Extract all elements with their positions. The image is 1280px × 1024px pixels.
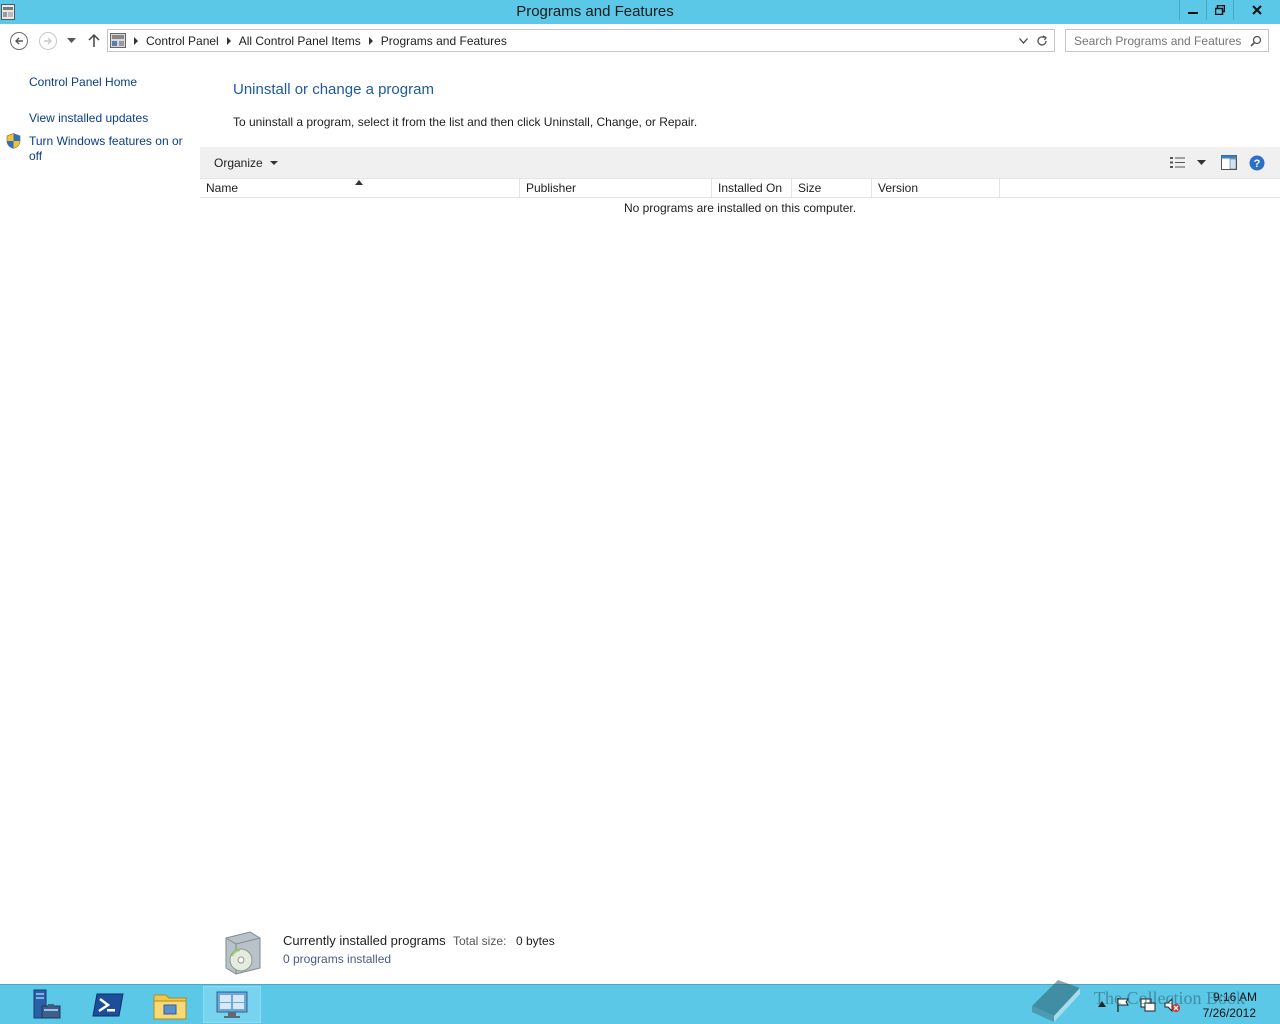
command-bar: Organize ? [200, 147, 1280, 179]
refresh-icon[interactable] [1036, 35, 1048, 47]
server-manager-button[interactable] [16, 986, 74, 1023]
column-version-label: Version [878, 181, 919, 195]
organize-button[interactable]: Organize [214, 156, 278, 170]
control-panel-icon [216, 991, 248, 1018]
search-icon[interactable] [1250, 35, 1262, 47]
svg-text:?: ? [1254, 158, 1261, 170]
column-publisher[interactable]: Publisher [520, 179, 712, 198]
windows-features-link[interactable]: Turn Windows features on or off [29, 134, 183, 164]
recent-locations-dropdown[interactable] [67, 38, 76, 44]
chevron-down-icon [269, 161, 278, 165]
sort-ascending-icon [355, 180, 363, 185]
forward-button[interactable] [39, 32, 57, 50]
shield-icon [6, 133, 21, 149]
empty-list-message: No programs are installed on this comput… [623, 201, 857, 215]
breadcrumb-programs-and-features[interactable]: Programs and Features [381, 34, 507, 48]
column-name-label: Name [206, 181, 239, 195]
search-box[interactable] [1065, 29, 1269, 52]
control-panel-taskbar-button[interactable] [203, 986, 261, 1023]
breadcrumb-control-panel[interactable]: Control Panel [146, 34, 219, 48]
minimize-button[interactable] [1179, 0, 1206, 20]
column-publisher-label: Publisher [526, 181, 577, 195]
watermark: The Collection Book [1028, 976, 1278, 1024]
breadcrumb-separator-icon[interactable] [226, 36, 231, 45]
windows-features-link-line2: off [29, 149, 43, 163]
page-title: Uninstall or change a program [233, 81, 434, 98]
navigation-bar: Control Panel All Control Panel Items Pr… [0, 24, 1280, 58]
organize-label: Organize [214, 156, 263, 170]
watermark-text: The Collection Book [1094, 988, 1245, 1008]
title-bar: Programs and Features [0, 0, 1280, 24]
view-options-dropdown-icon[interactable] [1197, 160, 1206, 166]
search-input[interactable] [1074, 34, 1244, 48]
back-button[interactable] [10, 32, 28, 50]
window-controls [1179, 0, 1280, 20]
breadcrumb-separator-icon[interactable] [134, 36, 138, 45]
instructions-text: To uninstall a program, select it from t… [233, 115, 698, 129]
column-size[interactable]: Size [792, 179, 872, 198]
column-size-label: Size [798, 181, 822, 195]
column-installed-on[interactable]: Installed On [712, 179, 792, 198]
change-view-icon[interactable] [1170, 156, 1185, 169]
column-version[interactable]: Version [872, 179, 1000, 198]
server-manager-icon [33, 989, 61, 1018]
column-header-row: Name Publisher Installed On Size Version [200, 179, 1280, 198]
task-pane: Control Panel Home View installed update… [0, 58, 200, 978]
breadcrumb-separator-icon[interactable] [368, 36, 373, 45]
column-name[interactable]: Name [200, 179, 520, 198]
breadcrumb-all-control-panel-items[interactable]: All Control Panel Items [239, 34, 361, 48]
address-box[interactable]: Control Panel All Control Panel Items Pr… [107, 29, 1055, 52]
column-installed-on-label: Installed On [718, 181, 783, 195]
forward-arrow-icon [44, 37, 52, 45]
view-installed-updates-link[interactable]: View installed updates [29, 111, 148, 126]
window-title: Programs and Features [516, 3, 674, 20]
help-icon[interactable]: ? [1249, 155, 1265, 171]
file-explorer-button[interactable] [141, 986, 199, 1023]
up-arrow-icon[interactable] [88, 33, 100, 48]
minimize-icon [1188, 12, 1198, 14]
close-button[interactable] [1233, 0, 1280, 20]
powershell-button[interactable] [79, 986, 137, 1023]
installed-programs-icon [225, 931, 261, 975]
file-explorer-icon [153, 994, 187, 1019]
address-history-dropdown-icon[interactable] [1019, 38, 1028, 44]
breadcrumb: Control Panel All Control Panel Items Pr… [110, 33, 507, 48]
preview-pane-icon[interactable] [1221, 155, 1237, 170]
powershell-icon [92, 993, 124, 1016]
control-panel-icon [110, 33, 126, 48]
windows-features-link-line1: Turn Windows features on or [29, 134, 183, 148]
close-icon [1252, 5, 1262, 15]
control-panel-home-link[interactable]: Control Panel Home [29, 75, 137, 90]
restore-button[interactable] [1206, 0, 1233, 20]
total-size-value: 0 bytes [516, 934, 555, 948]
total-size-label: Total size: [453, 934, 507, 948]
details-title: Currently installed programs [283, 933, 446, 948]
restore-icon [1215, 5, 1225, 15]
book-logo-icon [1032, 980, 1080, 1022]
back-arrow-icon [15, 37, 23, 45]
programs-count: 0 programs installed [283, 952, 392, 966]
